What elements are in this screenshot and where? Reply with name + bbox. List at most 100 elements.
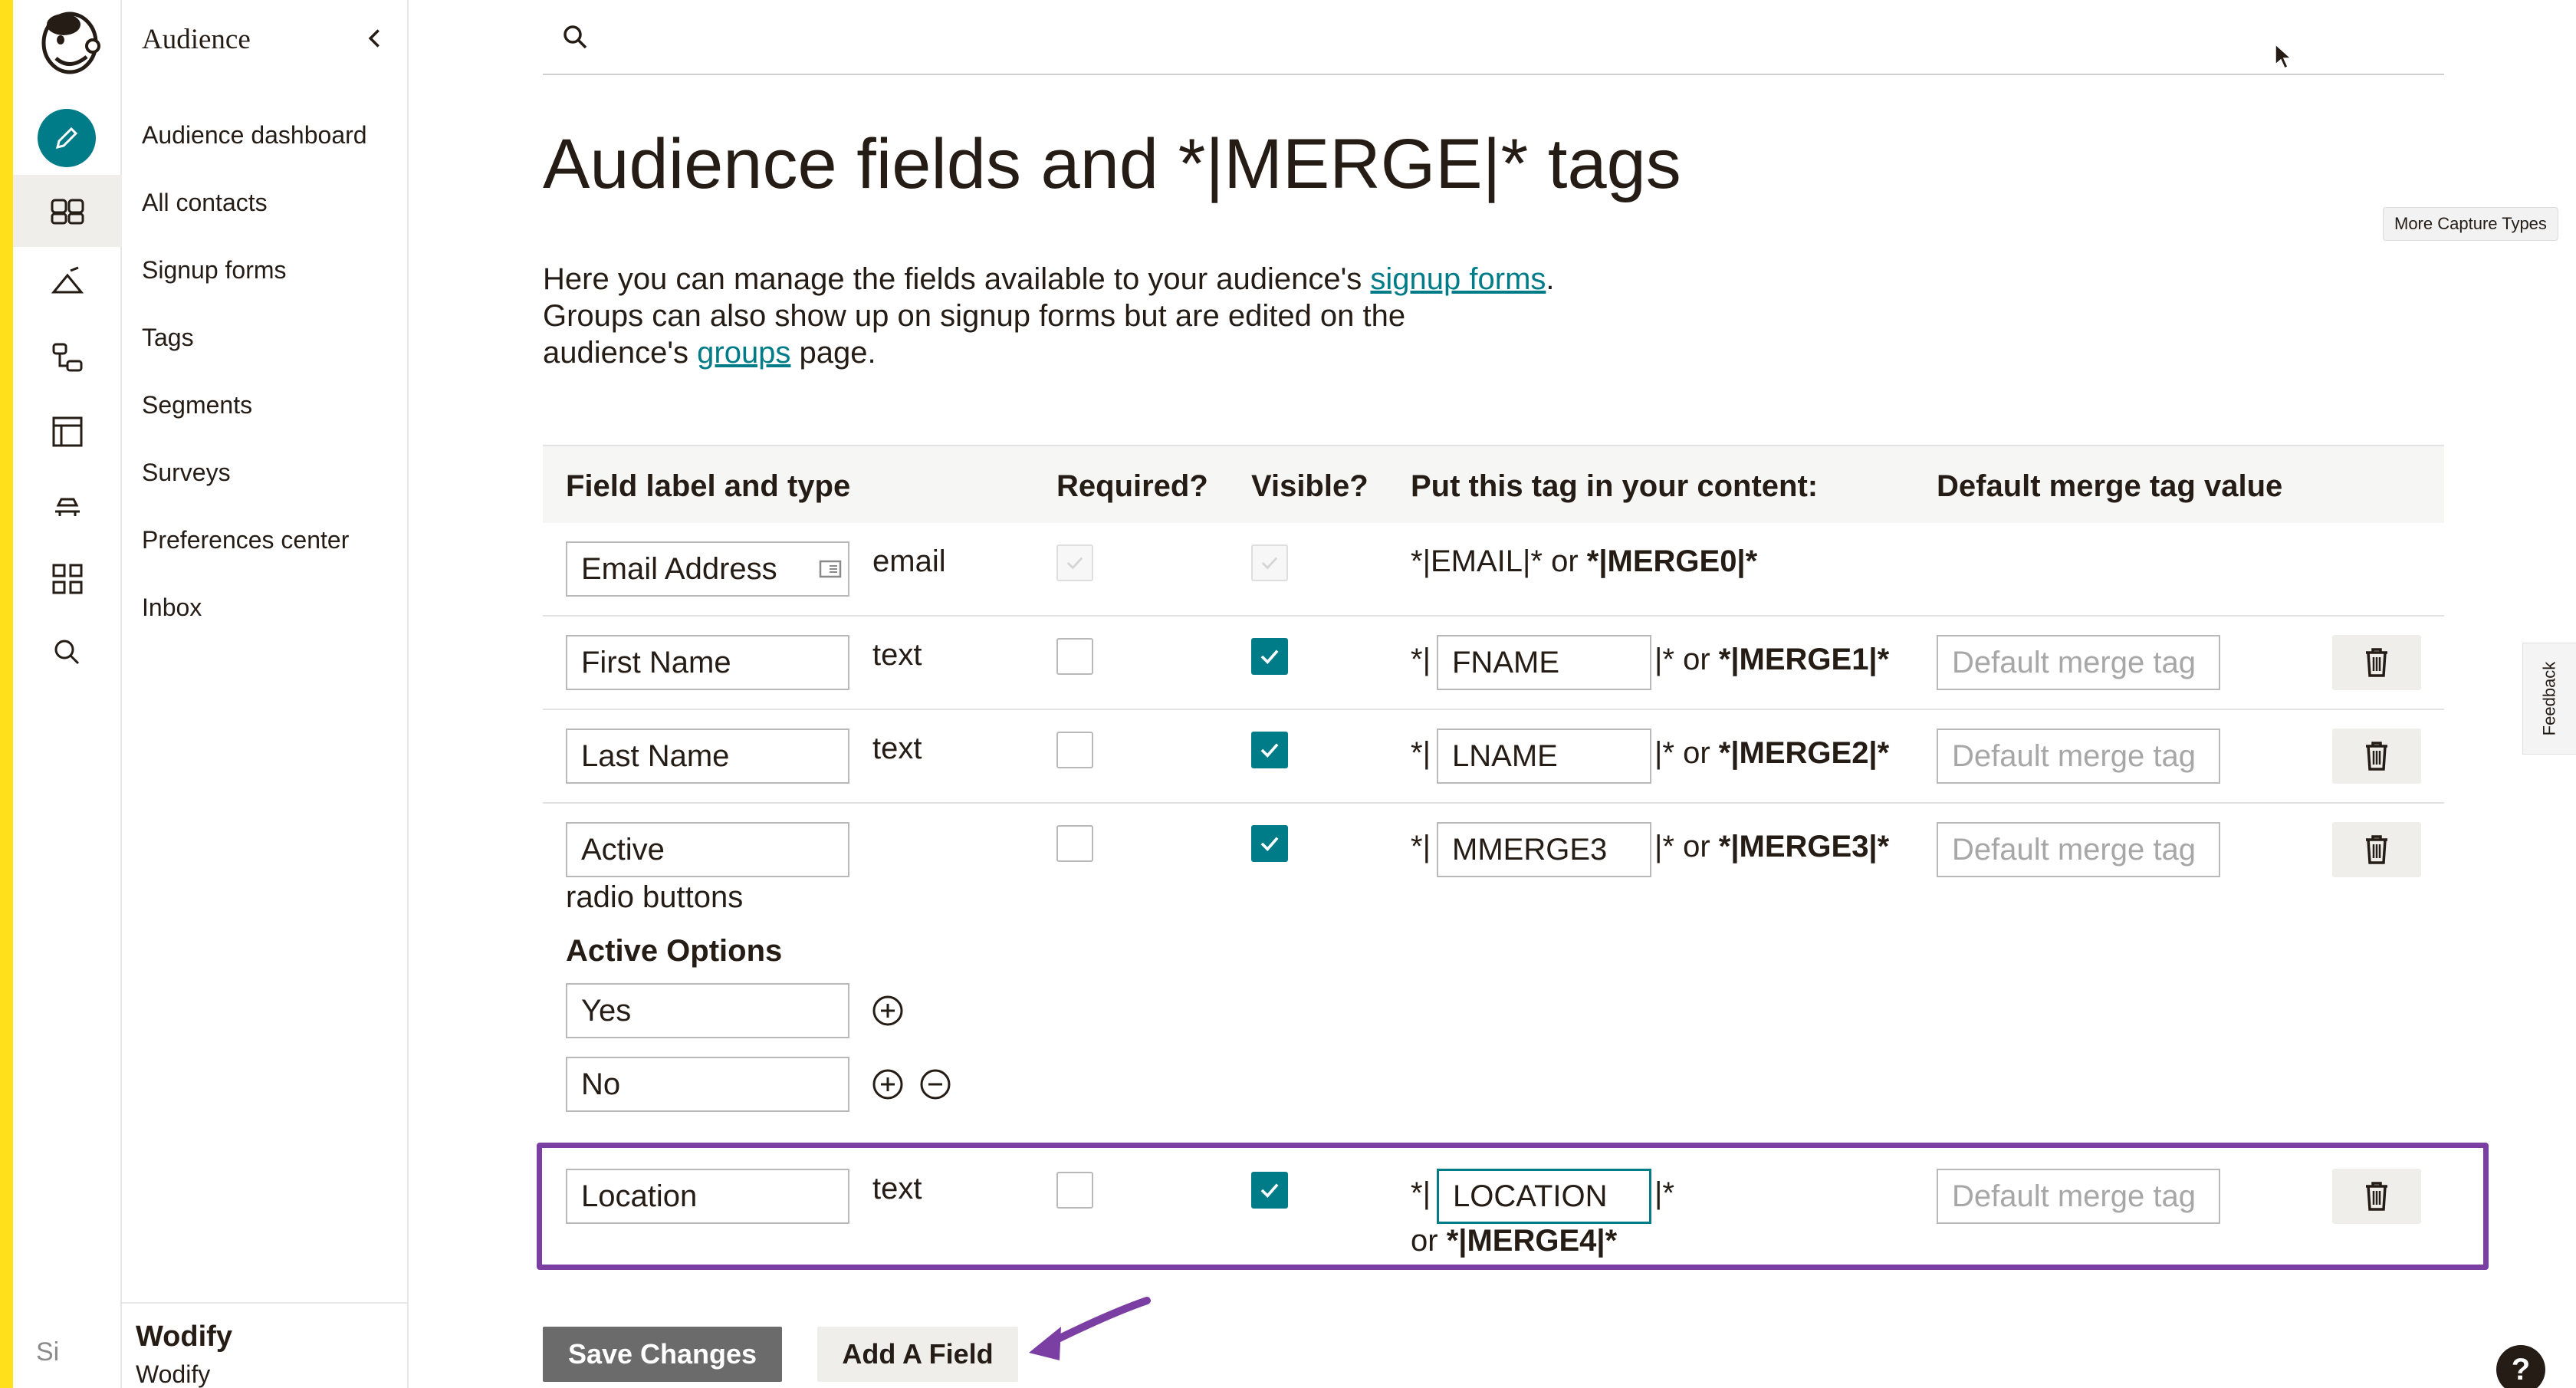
integrations-icon[interactable] [13, 469, 122, 541]
trash-icon [2366, 742, 2387, 771]
header-visible: Visible? [1251, 469, 1368, 503]
search-icon[interactable] [560, 21, 590, 52]
visible-checkbox-first-name[interactable] [1251, 638, 1288, 675]
visible-checkbox-active[interactable] [1251, 825, 1288, 862]
apps-grid-icon[interactable] [13, 543, 122, 615]
field-label-input-location[interactable]: Location [566, 1169, 849, 1224]
fields-table-header: Field label and type Required? Visible? … [543, 445, 2444, 523]
merge-tag-code: *|MERGE3|* [1718, 830, 1890, 863]
delete-field-button-first-name[interactable] [2332, 635, 2421, 690]
avatar[interactable]: Si [36, 1337, 59, 1367]
merge-tag-code: *|MERGE1|* [1718, 643, 1890, 676]
default-merge-value-input-active[interactable]: Default merge tag [1937, 822, 2220, 877]
subnav-title: Audience [142, 24, 251, 55]
more-capture-types-button[interactable]: More Capture Types [2383, 207, 2558, 241]
merge-tag-code: *|MERGE0|* [1586, 544, 1758, 578]
field-type: text [872, 1172, 922, 1205]
required-checkbox-email [1056, 544, 1093, 581]
save-changes-button[interactable]: Save Changes [543, 1327, 782, 1382]
sidebar-item-tags[interactable]: Tags [142, 324, 194, 352]
automations-icon[interactable] [13, 322, 122, 394]
field-label-input-active[interactable]: Active [566, 822, 849, 877]
option-input-yes[interactable]: Yes [566, 983, 849, 1038]
intro-text: Here you can manage the fields available… [543, 261, 1555, 371]
brand-strip [0, 0, 13, 1388]
required-checkbox-first-name[interactable] [1056, 638, 1093, 675]
row-divider [543, 615, 2444, 617]
merge-tag-suffix: |* or *|MERGE2|* [1654, 736, 1889, 771]
merge-tag-input-first-name[interactable]: FNAME [1437, 635, 1651, 690]
merge-tag-value: FNAME [1452, 645, 1559, 679]
trash-icon [2366, 648, 2387, 677]
delete-field-button-active[interactable] [2332, 822, 2421, 877]
option-value: Yes [581, 993, 632, 1028]
field-label-value: Last Name [581, 738, 730, 773]
help-button[interactable]: ? [2496, 1345, 2545, 1388]
field-label-value: First Name [581, 645, 731, 679]
default-value-placeholder: Default merge tag [1952, 738, 2196, 773]
merge-tag-value: LNAME [1452, 738, 1558, 773]
merge-tag-input-location[interactable]: LOCATION [1437, 1169, 1651, 1224]
options-title: Active Options [566, 934, 783, 968]
locked-field-icon [819, 560, 842, 578]
trash-icon [2366, 1182, 2387, 1211]
row-divider [543, 709, 2444, 710]
add-field-button[interactable]: Add A Field [817, 1327, 1018, 1382]
delete-field-button-location[interactable] [2332, 1169, 2421, 1224]
chevron-left-icon[interactable] [360, 23, 390, 54]
signup-forms-link[interactable]: signup forms [1370, 262, 1546, 296]
option-value: No [581, 1067, 621, 1101]
sidebar-item-surveys[interactable]: Surveys [142, 459, 231, 487]
sidebar-item-inbox[interactable]: Inbox [142, 594, 202, 622]
sidebar-item-signup-forms[interactable]: Signup forms [142, 256, 287, 285]
field-label-input-last-name[interactable]: Last Name [566, 729, 849, 784]
remove-option-icon[interactable] [918, 1067, 952, 1101]
sidebar-item-segments[interactable]: Segments [142, 391, 252, 419]
tag-suffix: |* or [1654, 736, 1719, 770]
audience-subnav: Audience Audience dashboard All contacts… [122, 0, 409, 1388]
sidebar-item-preferences-center[interactable]: Preferences center [142, 526, 349, 554]
search-icon[interactable] [13, 617, 122, 689]
mouse-cursor-icon [2274, 43, 2292, 71]
default-merge-value-input-last-name[interactable]: Default merge tag [1937, 729, 2220, 784]
add-option-icon[interactable] [871, 1067, 905, 1101]
field-label-input-first-name[interactable]: First Name [566, 635, 849, 690]
merge-tag-text-email: *|EMAIL|* or *|MERGE0|* [1411, 544, 1757, 579]
visible-checkbox-last-name[interactable] [1251, 732, 1288, 768]
row-divider [543, 802, 2444, 804]
field-type: radio buttons [566, 880, 744, 914]
tag-suffix: |* [1654, 1176, 1674, 1210]
top-search-bar[interactable] [543, 0, 2444, 75]
audience-icon[interactable] [13, 175, 122, 247]
required-checkbox-last-name[interactable] [1056, 732, 1093, 768]
option-input-no[interactable]: No [566, 1057, 849, 1112]
required-checkbox-active[interactable] [1056, 825, 1093, 862]
feedback-label: Feedback [2539, 661, 2559, 736]
tag-prefix: *| [1411, 1176, 1431, 1210]
add-option-icon[interactable] [871, 994, 905, 1028]
sidebar-item-all-contacts[interactable]: All contacts [142, 189, 268, 217]
visible-checkbox-location[interactable] [1251, 1172, 1288, 1209]
account-name[interactable]: Wodify [136, 1321, 232, 1353]
feedback-tab[interactable]: Feedback [2522, 643, 2576, 755]
field-label-value: Location [581, 1179, 698, 1213]
field-label-value: Active [581, 832, 665, 867]
field-label-value: Email Address [581, 551, 777, 586]
field-type: text [872, 638, 922, 672]
merge-tag-input-active[interactable]: MMERGE3 [1437, 822, 1651, 877]
delete-field-button-last-name[interactable] [2332, 729, 2421, 784]
merge-tag-code: *|MERGE2|* [1718, 736, 1890, 770]
mailchimp-logo-icon[interactable] [33, 3, 107, 80]
merge-tag-input-last-name[interactable]: LNAME [1437, 729, 1651, 784]
intro-part-3: Groups can also show up on signup forms … [543, 299, 1406, 370]
create-pencil-icon[interactable] [38, 109, 96, 167]
required-checkbox-location[interactable] [1056, 1172, 1093, 1209]
website-icon[interactable] [13, 396, 122, 468]
sidebar-item-audience-dashboard[interactable]: Audience dashboard [142, 121, 367, 150]
default-merge-value-input-location[interactable]: Default merge tag [1937, 1169, 2220, 1224]
merge-tag-code: *|MERGE4|* [1446, 1224, 1618, 1258]
campaigns-icon[interactable] [13, 248, 122, 321]
default-merge-value-input-first-name[interactable]: Default merge tag [1937, 635, 2220, 690]
groups-link[interactable]: groups [697, 336, 790, 370]
tag-prefix: *| [1411, 643, 1431, 676]
